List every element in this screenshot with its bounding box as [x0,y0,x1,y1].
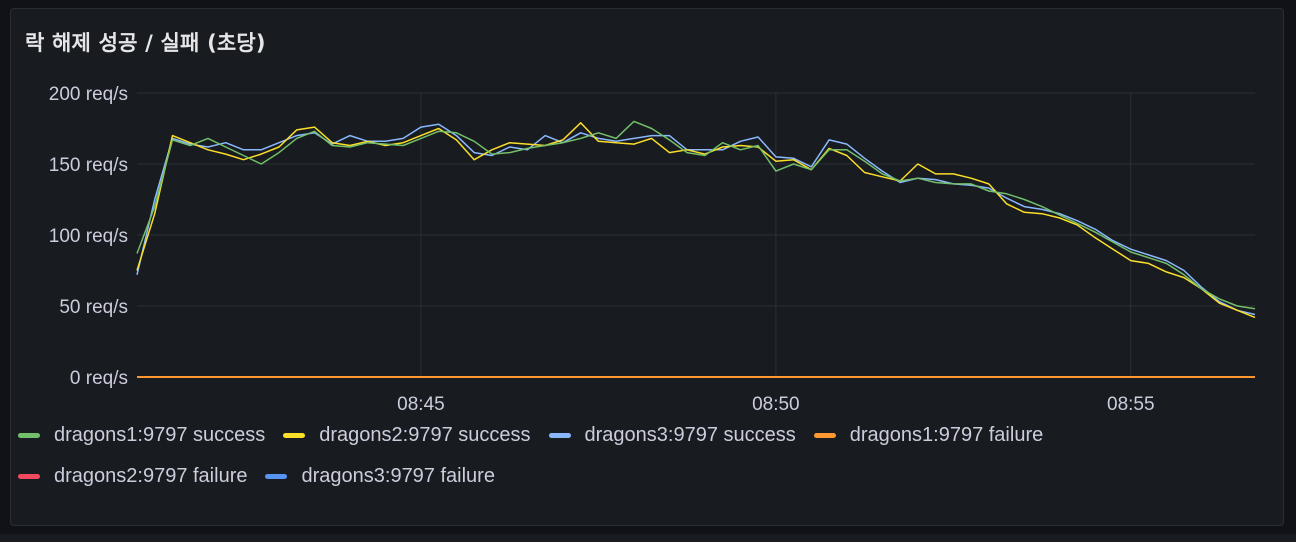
legend-item[interactable]: dragons3:9797 success [548,422,796,448]
legend-swatch [265,473,288,479]
x-axis: 08:45 08:50 08:55 [397,394,1154,415]
legend-label: dragons1:9797 failure [849,423,1044,446]
x-tick-label: 08:50 [752,394,800,415]
chart-legend: dragons1:9797 success dragons2:9797 succe… [18,422,1258,489]
legend-item[interactable]: dragons1:9797 failure [813,422,1044,448]
legend-label: dragons3:9797 success [584,423,796,446]
y-tick-label: 100 req/s [49,226,128,247]
legend-swatch [813,432,836,438]
legend-item[interactable]: dragons2:9797 failure [18,463,247,489]
legend-label: dragons3:9797 failure [301,464,495,487]
legend-label: dragons2:9797 success [319,423,531,446]
next-panel-edge [0,534,1296,542]
y-tick-label: 50 req/s [59,297,128,318]
legend-item[interactable]: dragons3:9797 failure [265,463,495,489]
series-lines [136,120,1256,378]
series-line-dragons3-9797-success [136,123,1256,316]
legend-swatch [548,432,571,438]
y-tick-label: 200 req/s [49,84,128,105]
legend-item[interactable]: dragons2:9797 success [283,422,531,448]
x-tick-label: 08:55 [1107,394,1155,415]
legend-label: dragons2:9797 failure [54,464,248,487]
y-axis: 0 req/s 50 req/s 100 req/s 150 req/s 200 req… [49,84,128,389]
legend-label: dragons1:9797 success [54,423,266,446]
legend-swatch [18,473,40,479]
series-line-dragons2-9797-success [136,122,1256,319]
legend-swatch [283,432,306,438]
legend-swatch [18,432,40,438]
y-tick-label: 0 req/s [70,368,128,389]
y-tick-label: 150 req/s [49,155,128,176]
legend-item[interactable]: dragons1:9797 success [18,422,265,448]
x-tick-label: 08:45 [397,394,445,415]
